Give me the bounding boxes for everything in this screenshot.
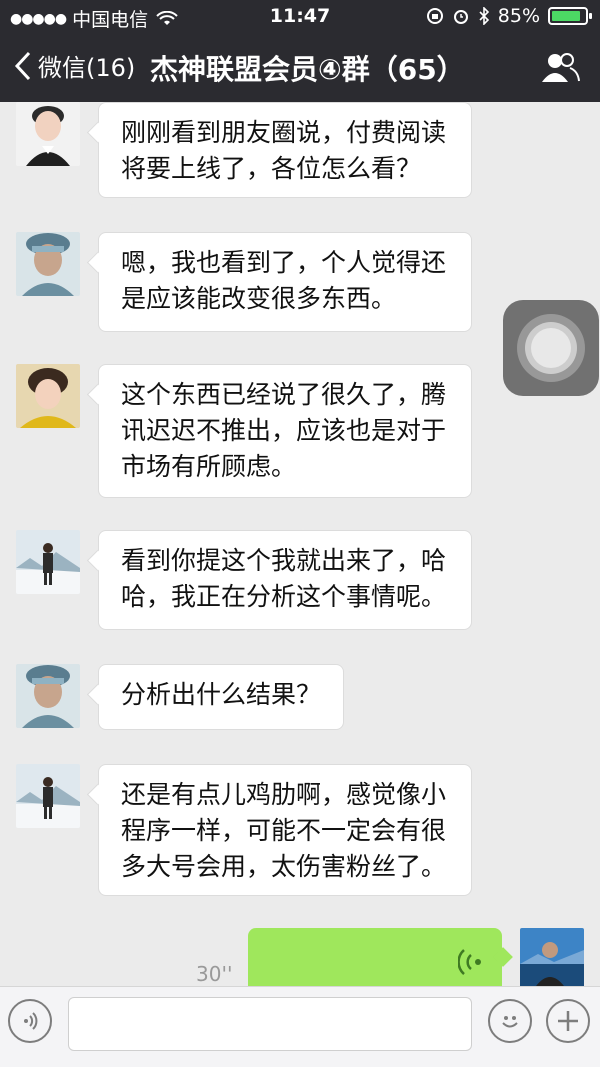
message-bubble[interactable]: 刚刚看到朋友圈说，付费阅读 将要上线了，各位怎么看？ bbox=[98, 102, 472, 198]
battery-percent: 85% bbox=[497, 5, 540, 27]
chat-title: 杰神联盟会员④群（65） bbox=[150, 53, 465, 86]
status-bar: ●●●●● 中国电信 11:47 85% bbox=[0, 0, 600, 34]
voice-mode-icon bbox=[24, 1012, 38, 1030]
avatar[interactable] bbox=[16, 102, 80, 166]
alarm-icon bbox=[453, 10, 468, 24]
voice-duration: 30'' bbox=[196, 962, 233, 986]
message-bubble[interactable]: 还是有点儿鸡肋啊，感觉像小 程序一样，可能不一定会有很 多大号会用，太伤害粉丝了… bbox=[98, 764, 472, 896]
add-button[interactable] bbox=[546, 999, 590, 1043]
group-contacts-icon[interactable] bbox=[540, 52, 580, 84]
voice-mode-button[interactable] bbox=[8, 999, 52, 1043]
message-bubble[interactable]: 嗯，我也看到了，个人觉得还 是应该能改变很多东西。 bbox=[98, 232, 472, 332]
avatar[interactable] bbox=[16, 530, 80, 594]
back-label: 微信(16) bbox=[38, 54, 136, 82]
chat-area[interactable]: 刚刚看到朋友圈说，付费阅读 将要上线了，各位怎么看？ 嗯，我也看到了，个人觉得还… bbox=[0, 102, 600, 986]
emoji-button[interactable] bbox=[488, 999, 532, 1043]
avatar[interactable] bbox=[16, 364, 80, 428]
back-button[interactable]: 微信(16) bbox=[14, 48, 135, 83]
message-bubble[interactable]: 分析出什么结果？ bbox=[98, 664, 344, 730]
voice-wave-icon bbox=[458, 949, 481, 975]
avatar[interactable] bbox=[16, 764, 80, 828]
nav-bar: 微信(16) 杰神联盟会员④群（65） bbox=[0, 34, 600, 102]
self-avatar[interactable] bbox=[520, 928, 584, 986]
input-bar bbox=[0, 986, 600, 1067]
avatar[interactable] bbox=[16, 664, 80, 728]
chevron-left-icon bbox=[14, 51, 31, 80]
battery-icon bbox=[548, 7, 592, 25]
top-bar: ●●●●● 中国电信 11:47 85% 微信(16) 杰神联盟会员④群（65） bbox=[0, 0, 600, 102]
emoji-icon bbox=[502, 1016, 518, 1028]
message-bubble[interactable]: 这个东西已经说了很久了，腾 讯迟迟不推出，应该也是对于 市场有所顾虑。 bbox=[98, 364, 472, 498]
assistive-touch-button[interactable] bbox=[503, 300, 599, 396]
bluetooth-icon bbox=[479, 7, 489, 25]
voice-message-bubble[interactable] bbox=[248, 928, 502, 986]
voice-message-item: 30'' bbox=[0, 928, 600, 986]
plus-icon bbox=[558, 1011, 578, 1031]
message-input[interactable] bbox=[68, 997, 472, 1051]
rotation-lock-icon bbox=[426, 8, 443, 24]
message-bubble[interactable]: 看到你提这个我就出来了，哈 哈，我正在分析这个事情呢。 bbox=[98, 530, 472, 630]
avatar[interactable] bbox=[16, 232, 80, 296]
